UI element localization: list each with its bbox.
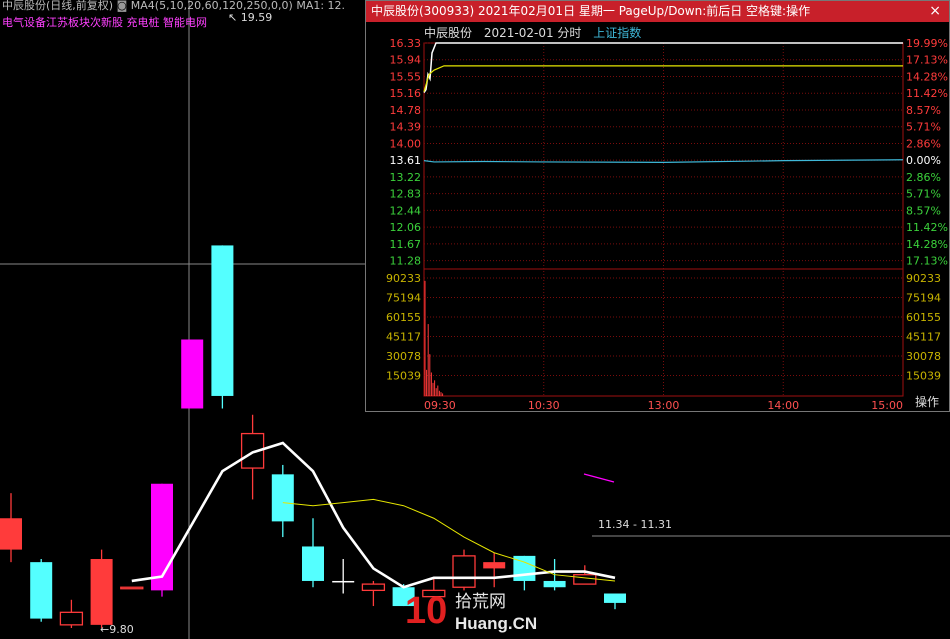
price-tick: 13.22: [390, 171, 422, 184]
popup-title-bar[interactable]: 中辰股份(300933) 2021年02月01日 星期一 PageUp/Down…: [366, 1, 949, 22]
price-tick: 12.83: [390, 188, 422, 201]
pct-tick: 14.28%: [906, 238, 948, 251]
vol-tick: 60155: [386, 311, 421, 324]
candle-body: [604, 593, 626, 603]
price-tick: 15.94: [390, 54, 422, 67]
low-price-label: ←9.80: [100, 623, 134, 636]
price-tick: 13.61: [390, 154, 422, 167]
pct-tick: 8.57%: [906, 204, 941, 217]
price-tick: 14.00: [390, 137, 422, 150]
low-price-value: 9.80: [109, 623, 134, 636]
sub-index-link[interactable]: 上证指数: [593, 26, 641, 40]
time-tick: 14:00: [767, 399, 799, 412]
vol-tick-right: 60155: [906, 311, 941, 324]
pct-tick: 5.71%: [906, 121, 941, 134]
svg-text:Huang.CN: Huang.CN: [455, 614, 537, 633]
candle-body: [0, 518, 22, 550]
vol-tick: 90233: [386, 272, 421, 285]
price-tick: 15.16: [390, 87, 422, 100]
candle-body: [181, 339, 204, 409]
candle-body: [302, 546, 324, 581]
price-tick: 12.06: [390, 221, 422, 234]
ma-line-yellow: [282, 498, 616, 582]
price-tick: 14.39: [390, 121, 422, 134]
candle-body: [543, 580, 566, 588]
sector-tags: 电气设备江苏板块次新股 充电桩 智能电网: [2, 16, 207, 29]
candle-body: [90, 559, 113, 625]
time-tick: 15:00: [871, 399, 903, 412]
candle-body: [361, 583, 386, 592]
price-tick: 14.78: [390, 104, 422, 117]
ma-line-magenta: [583, 473, 615, 483]
pct-tick: 11.42%: [906, 221, 948, 234]
popup-subheader: 中辰股份 2021-02-01 分时 上证指数: [424, 24, 649, 41]
vol-tick-right: 90233: [906, 272, 941, 285]
pct-tick: 2.86%: [906, 171, 941, 184]
chart-header: 中辰股份(日线,前复权) ◙ MA4(5,10,20,60,120,250,0,…: [2, 0, 345, 13]
candle-body: [211, 245, 234, 396]
svg-text:拾荒网: 拾荒网: [455, 592, 506, 612]
svg-text:10: 10: [405, 590, 447, 632]
settings-icon[interactable]: ◙: [117, 0, 128, 12]
pct-tick: 11.42%: [906, 87, 948, 100]
avg-price-line: [423, 65, 903, 92]
pct-tick: 5.71%: [906, 188, 941, 201]
time-tick: 10:30: [528, 399, 560, 412]
candle-body: [573, 574, 597, 585]
pct-tick: 17.13%: [906, 54, 948, 67]
price-tick: 11.67: [390, 238, 422, 251]
pct-tick: 0.00%: [906, 154, 941, 167]
price-tick: 16.33: [390, 37, 422, 50]
candle-body: [120, 586, 144, 590]
candle-body: [271, 474, 294, 522]
ma-line-white: [131, 441, 616, 589]
range-label: 11.34 - 11.31: [598, 518, 672, 531]
candle-body: [59, 611, 84, 626]
pct-tick: 19.99%: [906, 37, 948, 50]
pct-tick: 17.13%: [906, 255, 948, 268]
intraday-chart: 16.33 19.99% 15.94 17.13% 15.55 14.28% 15.16 11…: [386, 37, 948, 412]
vol-tick-right: 30078: [906, 350, 941, 363]
vol-tick-right: 15039: [906, 370, 941, 383]
intraday-popup[interactable]: 16.33 19.99% 15.94 17.13% 15.55 14.28% 15.16 11…: [365, 0, 950, 412]
price-tick: 12.44: [390, 204, 422, 217]
close-icon[interactable]: ×: [929, 1, 941, 22]
price-tick: 15.55: [390, 70, 422, 83]
price-tick: 11.28: [390, 255, 422, 268]
pct-tick: 8.57%: [906, 104, 941, 117]
vol-tick-right: 75194: [906, 292, 941, 305]
high-price-value: 19.59: [240, 11, 273, 24]
candle-body: [30, 562, 53, 619]
stock-header: 中辰股份(日线,前复权): [2, 0, 114, 12]
time-tick: 09:30: [424, 399, 456, 412]
vol-tick: 75194: [386, 292, 421, 305]
vol-tick: 45117: [386, 331, 421, 344]
vol-tick-right: 45117: [906, 331, 941, 344]
pct-tick: 14.28%: [906, 70, 948, 83]
popup-title: 中辰股份(300933) 2021年02月01日 星期一 PageUp/Down…: [371, 4, 811, 18]
sub-stock-name: 中辰股份: [424, 26, 473, 40]
candle-body: [483, 562, 506, 569]
sub-date: 2021-02-01 分时: [483, 26, 582, 40]
huang-logo: 10 拾荒网 Huang.CN: [405, 590, 537, 633]
operate-button[interactable]: 操作: [915, 393, 939, 410]
candle-body: [332, 580, 355, 583]
vol-tick: 15039: [386, 370, 421, 383]
pct-tick: 2.86%: [906, 137, 941, 150]
high-price-label: ↖ 19.59: [228, 11, 273, 24]
time-tick: 13:00: [648, 399, 680, 412]
candle-body: [452, 555, 476, 588]
vol-tick: 30078: [386, 350, 421, 363]
